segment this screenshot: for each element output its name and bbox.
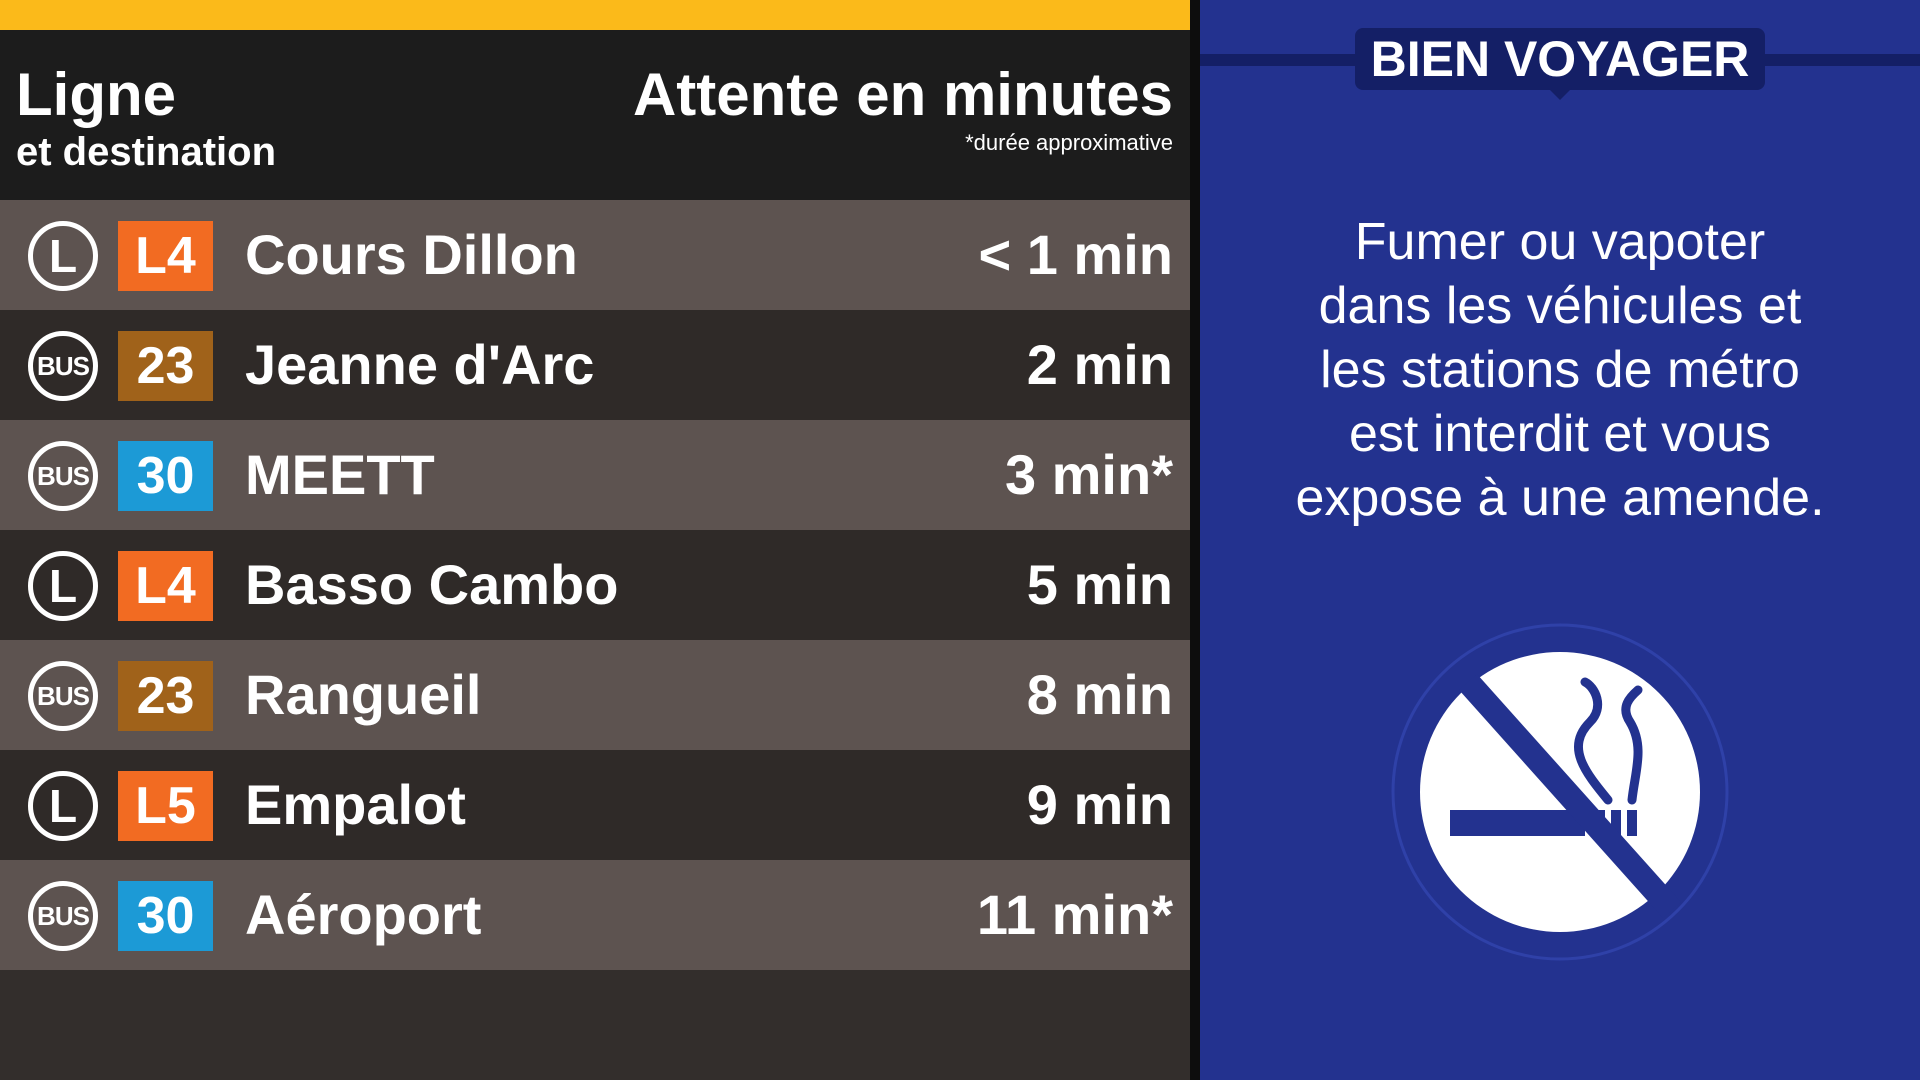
departure-row: BUS 23 Jeanne d'Arc 2 min xyxy=(0,310,1190,420)
no-smoking-icon xyxy=(1391,623,1729,961)
message-line: dans les véhicules et xyxy=(1318,277,1802,335)
info-title: BIEN VOYAGER xyxy=(1355,28,1765,90)
wait-time: 3 min* xyxy=(1004,443,1173,506)
departure-list: L L4 Cours Dillon < 1 min BUS 23 Jeanne … xyxy=(0,200,1190,970)
metro-icon: L xyxy=(28,771,98,841)
line-badge: 23 xyxy=(118,331,213,401)
departure-board-screen: Ligne et destination Attente en minutes … xyxy=(0,0,1920,1080)
wait-time: 11 min* xyxy=(976,883,1173,946)
metro-icon: L xyxy=(28,551,98,621)
destination-name: Cours Dillon xyxy=(245,223,578,286)
departure-row: BUS 30 MEETT 3 min* xyxy=(0,420,1190,530)
departures-panel: Ligne et destination Attente en minutes … xyxy=(0,0,1190,1080)
wait-time: 8 min xyxy=(1026,663,1173,726)
panel-divider xyxy=(1190,0,1200,1080)
destination-column-heading: et destination xyxy=(16,130,277,174)
title-pointer xyxy=(1548,88,1572,100)
wait-time: 9 min xyxy=(1026,773,1173,836)
destination-name: Aéroport xyxy=(245,883,482,946)
departure-row: BUS 30 Aéroport 11 min* xyxy=(0,860,1190,970)
departure-row: L L4 Basso Cambo 5 min xyxy=(0,530,1190,640)
wait-time: < 1 min xyxy=(978,223,1173,286)
departure-row: BUS 23 Rangueil 8 min xyxy=(0,640,1190,750)
destination-name: Basso Cambo xyxy=(245,553,619,616)
wait-time: 5 min xyxy=(1026,553,1173,616)
departure-row: L L5 Empalot 9 min xyxy=(0,750,1190,860)
line-badge: L4 xyxy=(118,551,213,621)
approximate-note: *durée approximative xyxy=(965,130,1173,155)
message-line: les stations de métro xyxy=(1320,341,1800,399)
message-line: Fumer ou vapoter xyxy=(1354,213,1766,271)
destination-name: MEETT xyxy=(245,443,435,506)
line-badge: L5 xyxy=(118,771,213,841)
line-badge: 23 xyxy=(118,661,213,731)
wait-column-heading: Attente en minutes xyxy=(632,61,1173,128)
bus-icon: BUS xyxy=(28,441,98,511)
metro-icon: L xyxy=(28,221,98,291)
board-header: Ligne et destination Attente en minutes … xyxy=(0,30,1190,200)
line-badge: 30 xyxy=(118,441,213,511)
info-message: Fumer ou vapoter dans les véhicules et l… xyxy=(1230,210,1890,530)
bus-icon: BUS xyxy=(28,331,98,401)
accent-bar xyxy=(0,0,1190,30)
bus-icon: BUS xyxy=(28,881,98,951)
line-column-heading: Ligne xyxy=(16,61,176,128)
line-badge: L4 xyxy=(118,221,213,291)
destination-name: Jeanne d'Arc xyxy=(245,333,595,396)
wait-time: 2 min xyxy=(1026,333,1173,396)
line-badge: 30 xyxy=(118,881,213,951)
message-line: est interdit et vous xyxy=(1349,405,1771,463)
info-panel: BIEN VOYAGER Fumer ou vapoter dans les v… xyxy=(1200,0,1920,1080)
departure-row: L L4 Cours Dillon < 1 min xyxy=(0,200,1190,310)
message-line: expose à une amende. xyxy=(1295,469,1825,527)
destination-name: Empalot xyxy=(245,773,466,836)
bus-icon: BUS xyxy=(28,661,98,731)
destination-name: Rangueil xyxy=(245,663,482,726)
